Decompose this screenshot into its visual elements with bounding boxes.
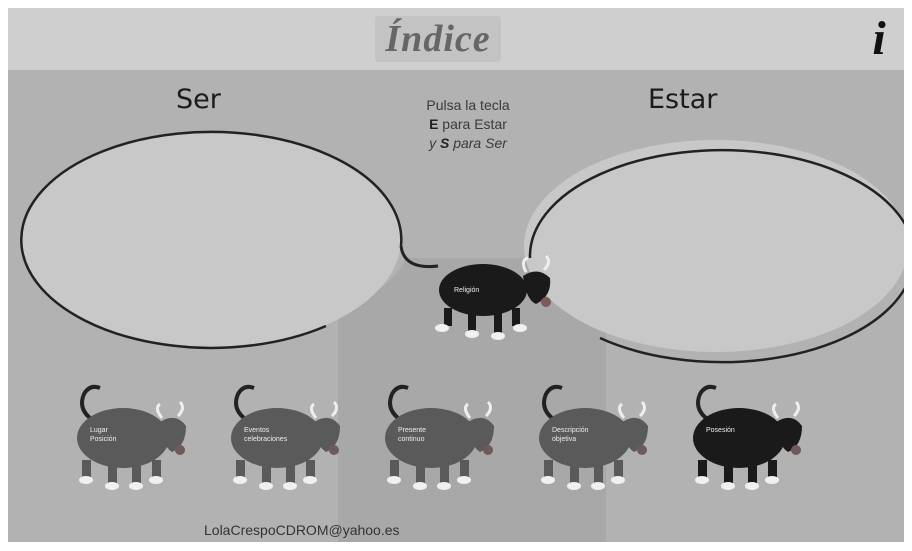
bull-card[interactable] bbox=[693, 384, 802, 490]
author-email: LolaCrespoCDROM@yahoo.es bbox=[204, 522, 400, 538]
bull-part bbox=[79, 476, 93, 484]
bull-card-label: Lugar Posición bbox=[90, 426, 116, 444]
bull-part bbox=[721, 482, 735, 490]
bull-card-label: Eventos celebraciones bbox=[244, 426, 287, 444]
bull-part bbox=[329, 445, 339, 455]
bull-card-label-line-2: continuo bbox=[398, 436, 425, 443]
bull-card-label: Presente continuo bbox=[398, 426, 426, 444]
bull-card-label: Posesión bbox=[706, 426, 735, 435]
instructions-line-1: Pulsa la tecla bbox=[426, 97, 510, 113]
bull-part bbox=[176, 400, 185, 418]
bull-part bbox=[233, 476, 247, 484]
bull-part bbox=[541, 476, 555, 484]
bull-part bbox=[638, 400, 647, 418]
bull-part bbox=[695, 476, 709, 484]
bull-part bbox=[259, 482, 273, 490]
bull-part bbox=[129, 482, 143, 490]
bull-part bbox=[413, 482, 427, 490]
bull-card-label-line-1: Posesión bbox=[706, 427, 735, 434]
instructions-text: Pulsa la tecla E para Estar y S para Ser bbox=[393, 96, 543, 153]
instructions-line-2-rest: para Estar bbox=[438, 116, 507, 132]
bull-part bbox=[791, 445, 801, 455]
estar-drop-zone bbox=[524, 140, 904, 352]
bull-card-label: Descripción objetiva bbox=[552, 426, 589, 444]
bull-card-label-line-1: Lugar bbox=[90, 427, 108, 434]
bull-part bbox=[283, 482, 297, 490]
bull-card-label-line-2: celebraciones bbox=[244, 436, 288, 443]
bull-part bbox=[591, 482, 605, 490]
bull-part bbox=[155, 402, 164, 419]
bull-part bbox=[387, 476, 401, 484]
bull-part bbox=[330, 400, 339, 418]
bull-part bbox=[105, 482, 119, 490]
bull-part bbox=[149, 476, 163, 484]
bull-part bbox=[303, 476, 317, 484]
bull-card-label-line-1: Presente bbox=[398, 427, 427, 434]
estar-bin-title: Estar bbox=[648, 84, 718, 115]
bull-part bbox=[765, 476, 779, 484]
bull-card-label-line-2: Posición bbox=[90, 436, 117, 443]
bull-part bbox=[792, 400, 801, 418]
bull-part bbox=[617, 402, 626, 419]
bull-part bbox=[611, 476, 625, 484]
bull-part bbox=[437, 482, 451, 490]
instructions-line-3: y S para Ser bbox=[393, 134, 543, 153]
bull-part bbox=[567, 482, 581, 490]
bull-part bbox=[771, 402, 780, 419]
bull-card-label-line-1: Eventos bbox=[244, 427, 270, 434]
game-stage: Índice i Ser Estar Pulsa la tecla E para… bbox=[8, 8, 904, 542]
bull-card-label-line-2: objetiva bbox=[552, 436, 577, 443]
active-card-label: Religión bbox=[454, 287, 480, 294]
bull-part bbox=[745, 482, 759, 490]
bull-part bbox=[637, 445, 647, 455]
board-graphics bbox=[20, 130, 904, 542]
key-s: S bbox=[439, 135, 450, 151]
bull-part bbox=[175, 445, 185, 455]
bull-part bbox=[483, 445, 493, 455]
instructions-line-3-prefix: y bbox=[429, 135, 440, 151]
bull-part bbox=[457, 476, 471, 484]
bull-card-label-line-1: Descripción bbox=[552, 427, 589, 434]
bull-part bbox=[693, 408, 785, 468]
instructions-line-2: E para Estar bbox=[393, 115, 543, 134]
instructions-line-3-rest: para Ser bbox=[449, 135, 507, 151]
bull-part bbox=[309, 402, 318, 419]
ser-bin-title: Ser bbox=[176, 84, 221, 115]
